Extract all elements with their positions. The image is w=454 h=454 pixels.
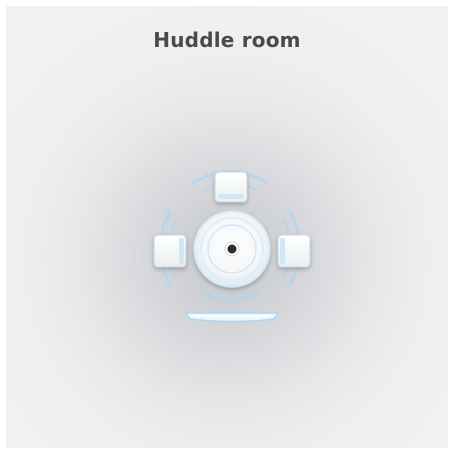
seat-top — [214, 171, 248, 203]
arc-bottom-outer — [200, 290, 260, 302]
seat-right — [277, 234, 311, 268]
room-panel: Huddle room — [6, 6, 448, 448]
display-bar-icon — [185, 312, 279, 323]
seat-left — [153, 234, 187, 268]
huddle-room-diagram — [153, 170, 311, 323]
camera-device-icon — [224, 241, 240, 257]
